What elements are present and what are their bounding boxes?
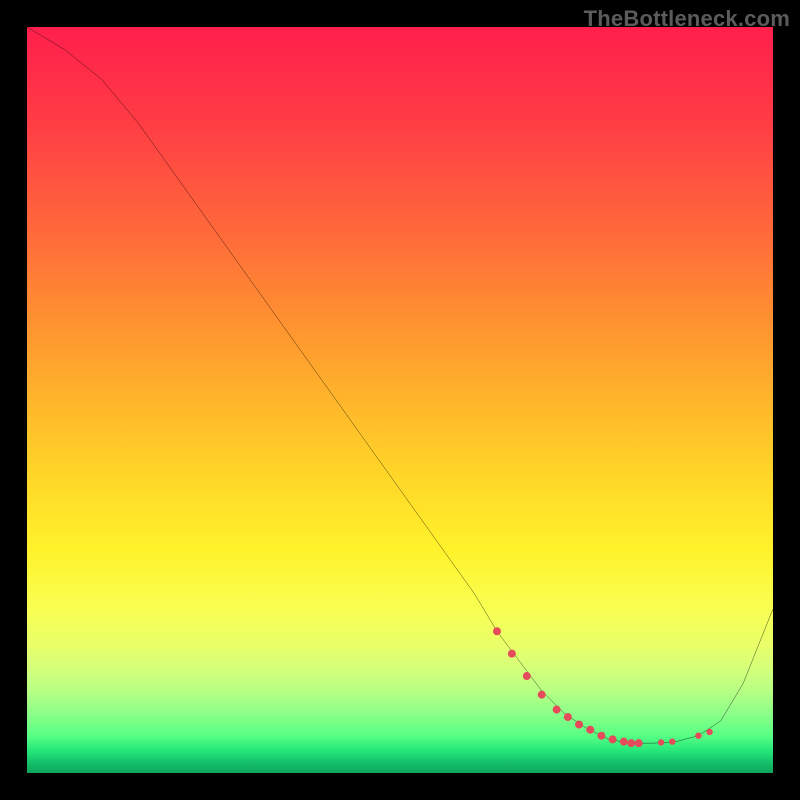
scatter-point: [538, 691, 546, 699]
scatter-point: [658, 739, 664, 745]
scatter-point: [553, 706, 561, 714]
scatter-point: [564, 713, 572, 721]
scatter-point: [575, 721, 583, 729]
chart-curve: [27, 27, 773, 743]
scatter-point: [695, 732, 701, 738]
scatter-point: [669, 738, 675, 744]
chart-frame: TheBottleneck.com: [0, 0, 800, 800]
scatter-point: [609, 735, 617, 743]
chart-plot-area: [27, 27, 773, 773]
chart-svg: [27, 27, 773, 773]
scatter-point: [493, 627, 501, 635]
scatter-point: [635, 739, 643, 747]
scatter-point: [627, 739, 635, 747]
scatter-point: [586, 726, 594, 734]
scatter-point: [597, 732, 605, 740]
scatter-point: [508, 650, 516, 658]
scatter-point: [523, 672, 531, 680]
chart-scatter-points: [493, 627, 713, 747]
scatter-point: [706, 729, 712, 735]
scatter-point: [620, 738, 628, 746]
